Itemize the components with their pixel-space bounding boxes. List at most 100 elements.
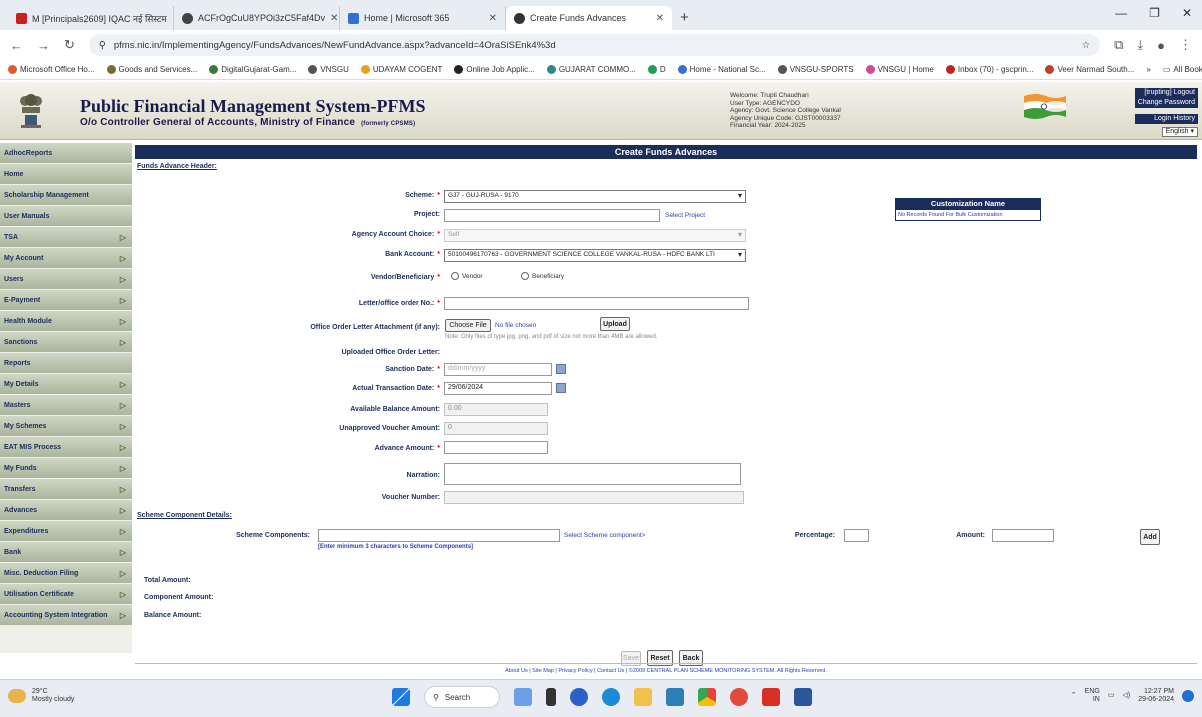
agency-account-select[interactable]: Self ▾ — [444, 229, 746, 242]
bookmark-item[interactable]: GUJARAT COMMO... — [546, 65, 636, 74]
maximize-icon[interactable]: ❐ — [1149, 6, 1160, 20]
bookmark-item[interactable]: DigitalGujarat-Gam... — [209, 65, 296, 74]
browser-tab-active[interactable]: Create Funds Advances ✕ — [506, 6, 672, 30]
add-component-button[interactable]: Add — [1140, 529, 1160, 545]
bookmark-item[interactable]: UDAYAM COGENT — [360, 65, 442, 74]
sidebar-item-users[interactable]: Users ▷ — [0, 269, 132, 290]
narration-textarea[interactable] — [444, 463, 741, 485]
language-select[interactable]: English ▾ — [1161, 127, 1198, 137]
word-icon[interactable] — [794, 688, 812, 706]
bookmark-item[interactable]: VNSGU — [308, 65, 349, 74]
address-bar[interactable]: ⚲ pfms.nic.in/ImplementingAgency/FundsAd… — [88, 34, 1101, 56]
scheme-select[interactable]: GJ7 - GUJ-RUSA - 9170 ▾ — [444, 190, 746, 203]
choose-file-button[interactable]: Choose File — [445, 319, 491, 332]
app-icon[interactable] — [730, 688, 748, 706]
language-indicator[interactable]: ENG IN — [1085, 688, 1100, 704]
sidebar-item-tsa[interactable]: TSA ▷ — [0, 227, 132, 248]
minimize-icon[interactable]: — — [1115, 6, 1127, 20]
sidebar-item-my-funds[interactable]: My Funds ▷ — [0, 458, 132, 479]
weather-widget[interactable]: 29°C Mostly cloudy — [8, 688, 74, 704]
select-project-link[interactable]: Select Project — [665, 212, 705, 219]
file-explorer-icon[interactable] — [634, 688, 652, 706]
app-icon[interactable] — [762, 688, 780, 706]
extensions-icon[interactable]: ⧉ — [1114, 37, 1123, 53]
network-icon[interactable]: ▭ — [1108, 692, 1115, 700]
close-tab-icon[interactable]: ✕ — [656, 13, 664, 24]
calendar-icon[interactable] — [556, 364, 566, 374]
sidebar-item-advances[interactable]: Advances ▷ — [0, 500, 132, 521]
calendar-icon[interactable] — [556, 383, 566, 393]
browser-tab[interactable]: M [Principals2609] IQAC नई सिस्टम✕ — [8, 6, 174, 30]
sidebar-item-health-module[interactable]: Health Module ▷ — [0, 311, 132, 332]
forward-arrow-icon[interactable]: → — [37, 38, 50, 53]
close-tab-icon[interactable]: ✕ — [330, 13, 338, 24]
reload-icon[interactable]: ↻ — [64, 37, 75, 53]
chevron-up-icon[interactable]: ⌃ — [1071, 692, 1077, 700]
menu-icon[interactable]: ⋮ — [1179, 37, 1192, 53]
letter-input[interactable] — [444, 297, 749, 310]
profile-icon[interactable]: ● — [1157, 38, 1165, 53]
logout-link[interactable]: [trupting] Logout — [1134, 88, 1198, 98]
amount-input[interactable] — [992, 529, 1054, 542]
percentage-input[interactable] — [844, 529, 869, 542]
bookmark-star-icon[interactable]: ☆ — [1082, 40, 1091, 51]
browser-icon[interactable] — [602, 688, 620, 706]
sanction-date-input[interactable]: dd/mm/yyyy — [444, 363, 552, 376]
new-tab-button[interactable]: + — [672, 9, 697, 30]
download-icon[interactable]: ⤓ — [1137, 37, 1143, 53]
sidebar-item-my-details[interactable]: My Details ▷ — [0, 374, 132, 395]
bookmark-item[interactable]: VNSGU | Home — [865, 65, 934, 74]
sidebar-item-misc-deduction-filing[interactable]: Misc. Deduction Filing ▷ — [0, 563, 132, 584]
more-bookmarks-icon[interactable]: » — [1146, 65, 1150, 74]
task-view-icon[interactable] — [546, 688, 556, 706]
bookmark-item[interactable]: Microsoft Office Ho... — [8, 65, 95, 74]
sidebar-item-my-schemes[interactable]: My Schemes ▷ — [0, 416, 132, 437]
bank-account-select[interactable]: 50100496170763 - GOVERNMENT SCIENCE COLL… — [444, 249, 746, 262]
actual-date-input[interactable]: 29/06/2024 — [444, 382, 552, 395]
store-icon[interactable] — [666, 688, 684, 706]
close-tab-icon[interactable]: ✕ — [489, 13, 497, 24]
sidebar-item-expenditures[interactable]: Expenditures ▷ — [0, 521, 132, 542]
sidebar-item-user-manuals[interactable]: User Manuals — [0, 206, 132, 227]
browser-tab[interactable]: Home | Microsoft 365 ✕ — [340, 6, 506, 30]
taskbar-search[interactable]: ⚲ Search — [424, 686, 500, 708]
sidebar-item-utilisation-certificate[interactable]: Utilisation Certificate ▷ — [0, 584, 132, 605]
bookmark-item[interactable]: Inbox (70) - gscprin... — [945, 65, 1033, 74]
sidebar-item-masters[interactable]: Masters ▷ — [0, 395, 132, 416]
close-icon[interactable]: ✕ — [1182, 6, 1192, 20]
notification-icon[interactable] — [1182, 690, 1194, 702]
sidebar-item-home[interactable]: Home — [0, 164, 132, 185]
upload-button[interactable]: Upload — [600, 317, 630, 331]
change-password-link[interactable]: Change Password — [1134, 98, 1198, 108]
beneficiary-radio[interactable]: Beneficiary — [521, 272, 564, 280]
scheme-components-input[interactable] — [318, 529, 560, 542]
chrome-icon[interactable] — [698, 688, 716, 706]
select-scheme-component-link[interactable]: Select Scheme component> — [564, 532, 645, 539]
browser-tab[interactable]: ACFrOgCuU8YPOi3zC5Faf4Dv ✕ — [174, 6, 340, 30]
sidebar-item-accounting-system-integration[interactable]: Accounting System Integration ▷ — [0, 605, 132, 626]
sidebar-item-e-payment[interactable]: E-Payment ▷ — [0, 290, 132, 311]
advance-amount-input[interactable] — [444, 441, 548, 454]
sidebar-item-scholarship-management[interactable]: Scholarship Management — [0, 185, 132, 206]
project-input[interactable] — [444, 209, 660, 222]
all-bookmarks[interactable]: ▭ All Bookmarks — [1163, 65, 1202, 74]
login-history-link[interactable]: Login History — [1134, 114, 1198, 124]
site-info-icon[interactable]: ⚲ — [99, 40, 106, 51]
sidebar-item-eat-mis-process[interactable]: EAT MIS Process ▷ — [0, 437, 132, 458]
bookmark-item[interactable]: Goods and Services... — [106, 65, 197, 74]
bookmark-item[interactable]: Online Job Applic... — [454, 65, 535, 74]
back-arrow-icon[interactable]: ← — [10, 38, 23, 53]
bookmark-item[interactable]: Home - National Sc... — [677, 65, 766, 74]
sidebar-item-reports[interactable]: Reports — [0, 353, 132, 374]
volume-icon[interactable]: ◁) — [1122, 692, 1130, 700]
sidebar-item-my-account[interactable]: My Account ▷ — [0, 248, 132, 269]
sidebar-item-bank[interactable]: Bank ▷ — [0, 542, 132, 563]
copilot-icon[interactable] — [514, 688, 532, 706]
clock[interactable]: 12:27 PM 29-06-2024 — [1138, 688, 1174, 704]
sidebar-item-adhocreports[interactable]: AdhocReports — [0, 143, 132, 164]
bookmark-item[interactable]: Veer Narmad South... — [1045, 65, 1134, 74]
vendor-radio[interactable]: Vendor — [451, 272, 483, 280]
windows-start-icon[interactable] — [392, 688, 410, 706]
bookmark-item[interactable]: VNSGU-SPORTS — [777, 65, 854, 74]
edge-icon[interactable] — [570, 688, 588, 706]
